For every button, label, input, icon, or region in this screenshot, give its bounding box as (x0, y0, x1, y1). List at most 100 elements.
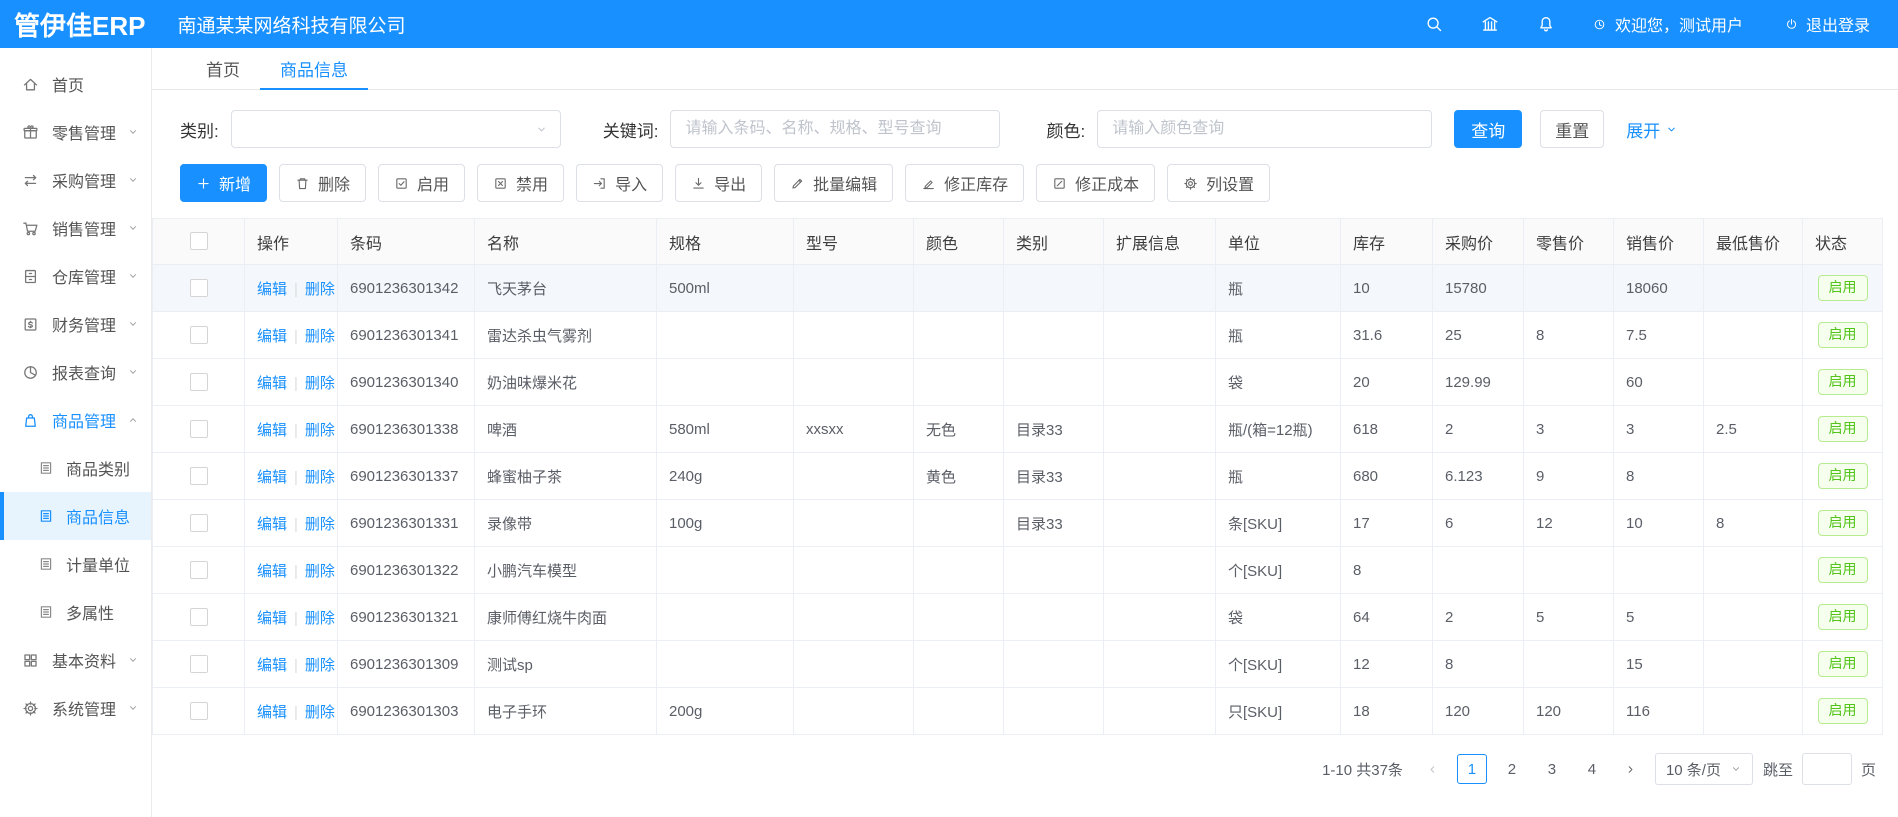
sidebar-subitem-product-info[interactable]: 商品信息 (0, 492, 151, 540)
cell-sale: 7.5 (1614, 312, 1704, 359)
delete-link[interactable]: 删除 (305, 610, 335, 627)
delete-link[interactable]: 删除 (305, 516, 335, 533)
edit-link[interactable]: 编辑 (257, 469, 287, 486)
cell-purchase: 6 (1433, 500, 1524, 547)
page-number-3[interactable]: 3 (1537, 754, 1567, 784)
sidebar-item-sale[interactable]: 销售管理 (0, 204, 151, 252)
sidebar-item-label: 财务管理 (52, 312, 116, 336)
reset-button[interactable]: 重置 (1540, 110, 1604, 148)
cell-name: 啤酒 (475, 406, 657, 453)
search-icon[interactable] (1425, 15, 1443, 33)
cell-retail: 120 (1524, 688, 1614, 735)
cell-stock: 20 (1341, 359, 1433, 406)
sidebar-item-purchase[interactable]: 采购管理 (0, 156, 151, 204)
sidebar-item-system[interactable]: 系统管理 (0, 684, 151, 732)
logout-button[interactable]: 退出登录 (1785, 12, 1870, 36)
bank-icon[interactable] (1481, 15, 1499, 33)
app-logo: 管伊佳ERP (0, 6, 145, 43)
cell-min (1704, 547, 1803, 594)
category-select[interactable] (231, 110, 561, 148)
delete-button[interactable]: 删除 (279, 164, 366, 202)
delete-link[interactable]: 删除 (305, 704, 335, 721)
sidebar-item-retail[interactable]: 零售管理 (0, 108, 151, 156)
page-size-select[interactable]: 10 条/页 (1655, 753, 1753, 785)
delete-link[interactable]: 删除 (305, 281, 335, 298)
delete-link[interactable]: 删除 (305, 328, 335, 345)
table-row: 编辑|删除6901236301342飞天茅台500ml瓶101578018060… (153, 265, 1883, 312)
edit-link[interactable]: 编辑 (257, 328, 287, 345)
prev-page-button[interactable] (1419, 754, 1447, 784)
batch-edit-button[interactable]: 批量编辑 (774, 164, 893, 202)
row-actions-cell: 编辑|删除 (245, 312, 338, 359)
enable-button[interactable]: 启用 (378, 164, 465, 202)
row-checkbox[interactable] (190, 420, 208, 438)
sidebar-item-product[interactable]: 商品管理 (0, 396, 151, 444)
row-checkbox[interactable] (190, 373, 208, 391)
export-button[interactable]: 导出 (675, 164, 762, 202)
select-all-checkbox[interactable] (190, 232, 208, 250)
color-input[interactable] (1097, 110, 1432, 148)
cell-model (794, 641, 914, 688)
sidebar-subitem-product-category[interactable]: 商品类别 (0, 444, 151, 492)
edit-link[interactable]: 编辑 (257, 281, 287, 298)
col-header-7: 扩展信息 (1104, 219, 1216, 265)
edit-link[interactable]: 编辑 (257, 516, 287, 533)
bell-icon[interactable] (1537, 15, 1555, 33)
sidebar-item-report[interactable]: 报表查询 (0, 348, 151, 396)
edit-link[interactable]: 编辑 (257, 563, 287, 580)
page-number-1[interactable]: 1 (1457, 754, 1487, 784)
edit-link[interactable]: 编辑 (257, 375, 287, 392)
row-checkbox[interactable] (190, 608, 208, 626)
row-checkbox[interactable] (190, 514, 208, 532)
cell-unit: 个[SKU] (1216, 641, 1341, 688)
row-checkbox[interactable] (190, 467, 208, 485)
sidebar-subitem-multi-attribute[interactable]: 多属性 (0, 588, 151, 636)
cell-unit: 条[SKU] (1216, 500, 1341, 547)
fix-cost-button[interactable]: 修正成本 (1036, 164, 1155, 202)
add-button[interactable]: 新增 (180, 164, 267, 202)
row-checkbox[interactable] (190, 655, 208, 673)
delete-link[interactable]: 删除 (305, 657, 335, 674)
jump-page-input[interactable] (1802, 753, 1852, 785)
tab-product-info[interactable]: 商品信息 (260, 48, 368, 90)
page-number-4[interactable]: 4 (1577, 754, 1607, 784)
sidebar-item-base-data[interactable]: 基本资料 (0, 636, 151, 684)
trash-icon (295, 176, 310, 191)
sidebar-subitem-label: 商品类别 (66, 456, 130, 480)
cell-color: 黄色 (914, 453, 1004, 500)
delete-link[interactable]: 删除 (305, 375, 335, 392)
status-badge: 启用 (1818, 604, 1868, 630)
row-checkbox[interactable] (190, 326, 208, 344)
welcome-user[interactable]: 欢迎您，测试用户 (1593, 12, 1743, 36)
column-settings-button[interactable]: 列设置 (1167, 164, 1270, 202)
next-page-button[interactable] (1617, 754, 1645, 784)
sidebar-subitem-measure-unit[interactable]: 计量单位 (0, 540, 151, 588)
fix-stock-button[interactable]: 修正库存 (905, 164, 1024, 202)
delete-link[interactable]: 删除 (305, 422, 335, 439)
sidebar-item-finance[interactable]: 财务管理 (0, 300, 151, 348)
edit-link[interactable]: 编辑 (257, 704, 287, 721)
edit-link[interactable]: 编辑 (257, 657, 287, 674)
page-number-2[interactable]: 2 (1497, 754, 1527, 784)
tab-home[interactable]: 首页 (186, 48, 260, 90)
cell-barcode: 6901236301342 (338, 265, 475, 312)
filter-bar: 类别: 关键词: 颜色: 查询 重置 展开 (152, 90, 1898, 162)
row-checkbox[interactable] (190, 702, 208, 720)
edit-link[interactable]: 编辑 (257, 610, 287, 627)
cell-spec (657, 359, 794, 406)
delete-link[interactable]: 删除 (305, 469, 335, 486)
product-table: 操作条码名称规格型号颜色类别扩展信息单位库存采购价零售价销售价最低售价状态编辑|… (152, 218, 1883, 735)
clock-icon-svg (1593, 18, 1606, 31)
expand-link[interactable]: 展开 (1626, 117, 1678, 142)
disable-button[interactable]: 禁用 (477, 164, 564, 202)
keyword-input[interactable] (670, 110, 1000, 148)
row-checkbox[interactable] (190, 561, 208, 579)
row-checkbox[interactable] (190, 279, 208, 297)
sidebar-item-warehouse[interactable]: 仓库管理 (0, 252, 151, 300)
sidebar-item-home[interactable]: 首页 (0, 60, 151, 108)
search-button[interactable]: 查询 (1454, 110, 1522, 148)
edit-link[interactable]: 编辑 (257, 422, 287, 439)
import-button[interactable]: 导入 (576, 164, 663, 202)
delete-link[interactable]: 删除 (305, 563, 335, 580)
row-actions-cell: 编辑|删除 (245, 359, 338, 406)
